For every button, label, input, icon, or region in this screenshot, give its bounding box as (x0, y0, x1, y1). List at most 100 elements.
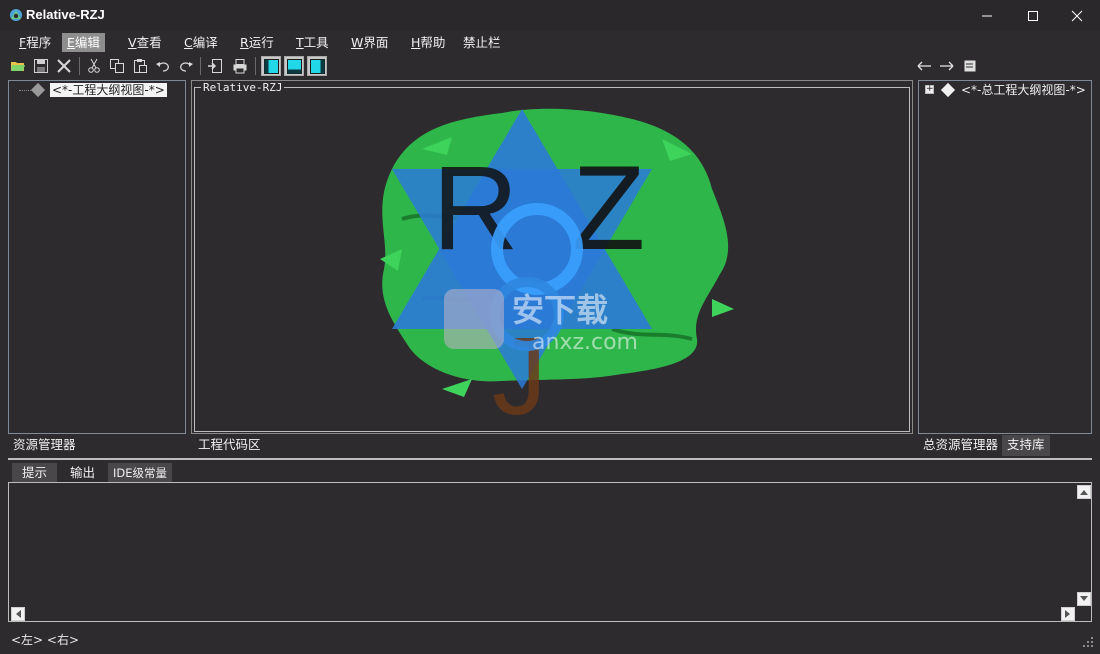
scroll-up-button[interactable] (1077, 485, 1091, 499)
splitter[interactable] (8, 458, 1092, 460)
logo-letter-z: Z (572, 141, 645, 275)
menu-run[interactable]: R运行 (235, 33, 279, 52)
logo-letter-r: R (432, 141, 519, 275)
back-button[interactable] (914, 56, 934, 76)
diamond-node-icon (30, 82, 46, 98)
menu-tools[interactable]: T工具 (291, 33, 334, 52)
close-icon (57, 59, 71, 73)
tab-hints[interactable]: 提示 (12, 463, 58, 484)
left-resource-panel: <*-工程大纲视图-*> (8, 80, 186, 434)
menu-edit[interactable]: E编辑 (62, 33, 105, 52)
layout-right-icon (310, 59, 325, 74)
diamond-node-icon (940, 82, 956, 98)
menu-label: 工具 (303, 35, 329, 50)
close-window-button[interactable] (1054, 0, 1100, 31)
rzj-logo-image: R Z J 安下载 anxz.com (380, 108, 734, 429)
chevron-right-icon (1065, 610, 1070, 618)
right-resource-panel: + <*-总工程大纲视图-*> (918, 80, 1092, 434)
app-icon (10, 9, 22, 21)
code-area-panel: Relative-RZJ R Z J 安下载 anxz.com (191, 80, 913, 434)
save-button[interactable] (31, 56, 51, 76)
minimize-button[interactable] (964, 0, 1010, 31)
chevron-up-icon (1080, 490, 1088, 495)
close-file-button[interactable] (54, 56, 74, 76)
paste-button[interactable] (130, 56, 150, 76)
menu-mnemonic: R (240, 35, 249, 50)
toolbar-separator (255, 57, 256, 75)
total-project-outline-node[interactable]: <*-总工程大纲视图-*> (959, 83, 1088, 97)
tab-code-area[interactable]: 工程代码区 (193, 435, 266, 456)
menu-mnemonic: H (411, 35, 421, 50)
print-button[interactable] (230, 56, 250, 76)
watermark-text: anxz.com (532, 330, 638, 355)
status-text: <左> <右> (11, 633, 80, 647)
menu-interface[interactable]: W界面 (346, 33, 393, 52)
cut-icon (88, 58, 100, 73)
window-title: Relative-RZJ (26, 7, 105, 22)
menu-view[interactable]: V查看 (123, 33, 167, 52)
layout-left-button[interactable] (261, 56, 281, 76)
tab-support-library[interactable]: 支持库 (1002, 435, 1050, 456)
tree-expander[interactable]: + (925, 85, 934, 94)
properties-icon (964, 60, 976, 72)
svg-text:安下载: 安下载 (512, 291, 608, 329)
redo-button[interactable] (176, 56, 196, 76)
forward-button[interactable] (937, 56, 957, 76)
toolbar (0, 54, 1100, 78)
layout-left-icon (264, 59, 279, 74)
scroll-down-button[interactable] (1077, 592, 1091, 606)
undo-button[interactable] (153, 56, 173, 76)
scroll-left-button[interactable] (11, 607, 25, 621)
menu-mnemonic: W (351, 35, 364, 50)
menu-label: 查看 (136, 35, 162, 50)
layout-right-button[interactable] (307, 56, 327, 76)
group-title: Relative-RZJ (201, 81, 285, 94)
print-icon (233, 59, 247, 74)
toolbar-separator (200, 57, 201, 75)
menu-label: 帮助 (420, 35, 446, 50)
resize-grip-icon[interactable] (1082, 636, 1094, 648)
tab-total-resource-manager[interactable]: 总资源管理器 (918, 435, 1004, 456)
menu-label: 运行 (248, 35, 274, 50)
copy-icon (110, 59, 124, 73)
layout-bottom-button[interactable] (284, 56, 304, 76)
menu-disabled-bar[interactable]: 禁止栏 (458, 33, 506, 52)
scroll-right-button[interactable] (1061, 607, 1075, 621)
tab-output[interactable]: 输出 (61, 463, 105, 484)
menu-compile[interactable]: C编译 (179, 33, 223, 52)
forward-arrow-icon (940, 61, 954, 71)
redo-icon (180, 62, 193, 72)
import-button[interactable] (205, 56, 225, 76)
menu-mnemonic: C (184, 35, 193, 50)
menu-mnemonic: T (296, 35, 304, 50)
output-panel (8, 482, 1092, 622)
menu-label: 禁止栏 (463, 35, 501, 50)
menu-mnemonic: E (67, 35, 75, 50)
chevron-down-icon (1080, 596, 1088, 601)
toolbar-separator (79, 57, 80, 75)
menu-help[interactable]: H帮助 (406, 33, 450, 52)
menu-program[interactable]: F程序 (14, 33, 56, 52)
menu-label: 编译 (192, 35, 218, 50)
back-arrow-icon (917, 61, 931, 71)
tab-resource-manager[interactable]: 资源管理器 (8, 435, 81, 456)
chevron-left-icon (16, 610, 21, 618)
minimize-icon (982, 15, 992, 17)
layout-bottom-icon (287, 59, 302, 74)
import-icon (208, 59, 222, 73)
menu-label: 界面 (363, 35, 389, 50)
menu-mnemonic: V (128, 35, 137, 50)
menu-bar: F程序 E编辑 V查看 C编译 R运行 T工具 W界面 H帮助 禁止栏 (0, 31, 1100, 53)
copy-button[interactable] (107, 56, 127, 76)
open-button[interactable] (8, 56, 28, 76)
maximize-button[interactable] (1010, 0, 1056, 31)
tab-ide-constants[interactable]: IDE级常量 (108, 463, 173, 484)
menu-label: 编辑 (74, 35, 100, 50)
menu-label: 程序 (26, 35, 52, 50)
undo-icon (156, 62, 169, 72)
close-icon (1071, 10, 1083, 22)
paste-icon (134, 59, 147, 73)
cut-button[interactable] (84, 56, 104, 76)
project-outline-node[interactable]: <*-工程大纲视图-*> (50, 83, 167, 97)
properties-button[interactable] (960, 56, 980, 76)
